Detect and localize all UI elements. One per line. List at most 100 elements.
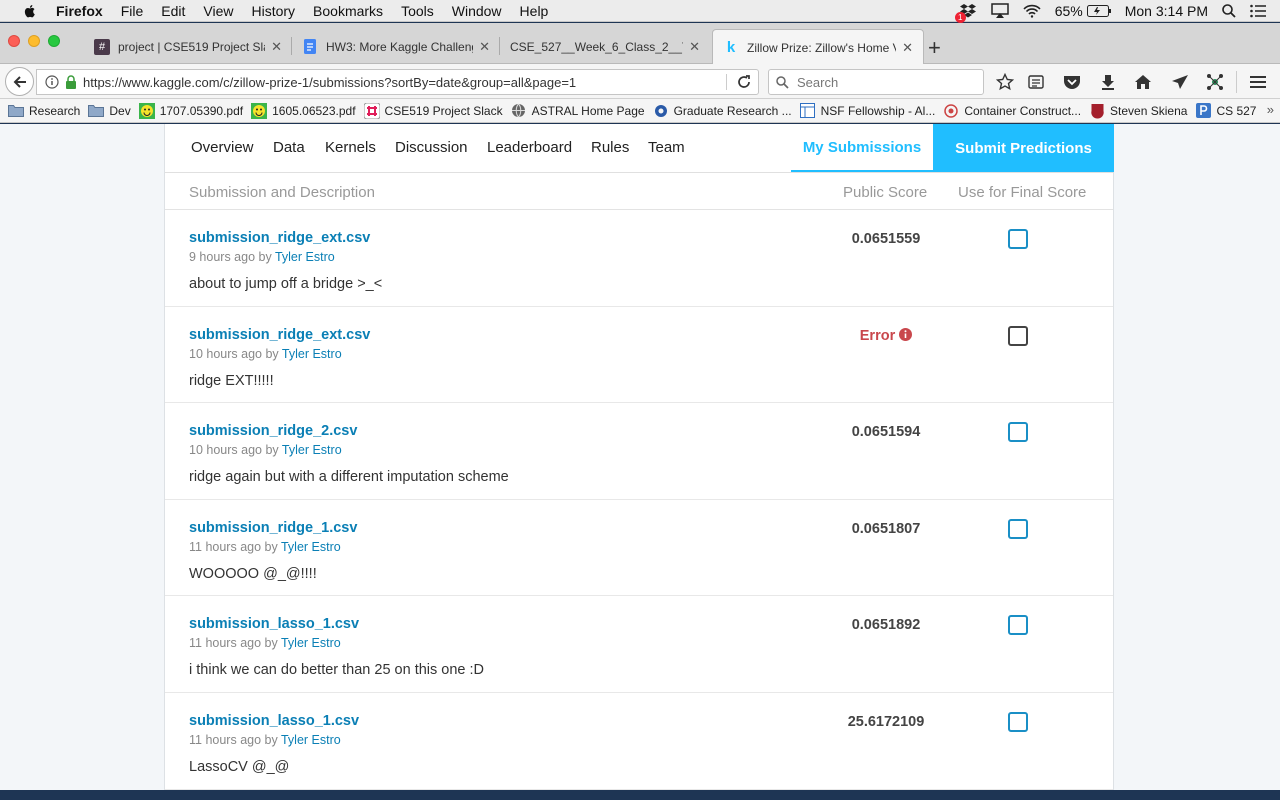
author-link[interactable]: Tyler Estro bbox=[281, 733, 341, 747]
back-button[interactable] bbox=[5, 67, 34, 96]
bookmark-pdf-1707[interactable]: 1707.05390.pdf bbox=[138, 102, 243, 119]
submission-file-link[interactable]: submission_ridge_1.csv bbox=[189, 520, 357, 536]
use-for-final-checkbox[interactable] bbox=[1008, 615, 1028, 636]
bookmark-astral[interactable]: ASTRAL Home Page bbox=[511, 103, 645, 119]
author-link[interactable]: Tyler Estro bbox=[275, 250, 335, 264]
bookmark-dev[interactable]: Dev bbox=[88, 103, 131, 119]
col-header-description: Submission and Description bbox=[189, 184, 375, 201]
bookmark-graduate-research[interactable]: Graduate Research ... bbox=[653, 103, 792, 119]
nav-data[interactable]: Data bbox=[273, 139, 305, 156]
download-icon[interactable] bbox=[1098, 72, 1118, 92]
info-icon[interactable] bbox=[45, 75, 59, 89]
public-score: 0.0651559 bbox=[851, 231, 921, 247]
menu-help[interactable]: Help bbox=[520, 3, 549, 19]
reading-list-icon[interactable] bbox=[1026, 72, 1046, 92]
submission-file-link[interactable]: submission_ridge_ext.csv bbox=[189, 230, 370, 246]
menu-file[interactable]: File bbox=[121, 3, 144, 19]
close-tab-icon[interactable]: ✕ bbox=[689, 39, 700, 55]
reload-icon[interactable] bbox=[737, 75, 751, 89]
author-link[interactable]: Tyler Estro bbox=[281, 636, 341, 650]
use-for-final-checkbox[interactable] bbox=[1008, 422, 1028, 443]
folder-icon bbox=[8, 103, 24, 119]
menu-tools[interactable]: Tools bbox=[401, 3, 434, 19]
use-for-final-checkbox[interactable] bbox=[1008, 229, 1028, 249]
author-link[interactable]: Tyler Estro bbox=[281, 540, 341, 554]
submissions-panel: Overview Data Kernels Discussion Leaderb… bbox=[164, 124, 1114, 790]
public-score: 0.0651892 bbox=[851, 617, 921, 634]
menubar-clock[interactable]: Mon 3:14 PM bbox=[1125, 3, 1208, 19]
airplay-icon[interactable] bbox=[990, 3, 1009, 19]
close-window-button[interactable] bbox=[8, 35, 20, 47]
use-for-final-checkbox[interactable] bbox=[1008, 325, 1028, 346]
notification-center-icon[interactable] bbox=[1250, 4, 1266, 18]
nav-rules[interactable]: Rules bbox=[591, 139, 629, 156]
menu-history[interactable]: History bbox=[251, 3, 295, 19]
url-text[interactable]: https://www.kaggle.com/c/zillow-prize-1/… bbox=[83, 75, 723, 90]
tab-cse527[interactable]: CSE_527__Week_6_Class_2__Trac ✕ bbox=[500, 29, 710, 64]
nav-team[interactable]: Team bbox=[648, 139, 685, 156]
nav-discussion[interactable]: Discussion bbox=[395, 139, 468, 156]
lock-icon[interactable] bbox=[65, 75, 77, 89]
slack-icon bbox=[363, 102, 380, 119]
bookmark-research[interactable]: Research bbox=[8, 103, 80, 119]
new-tab-button[interactable]: + bbox=[928, 37, 941, 59]
bookmark-steven-skiena[interactable]: Steven Skiena bbox=[1089, 103, 1187, 119]
home-icon[interactable] bbox=[1133, 72, 1153, 92]
my-submissions-tab[interactable]: My Submissions bbox=[791, 124, 933, 172]
bookmark-container-construct[interactable]: Container Construct... bbox=[943, 103, 1081, 119]
menu-edit[interactable]: Edit bbox=[161, 3, 185, 19]
tab-slack[interactable]: # project | CSE519 Project Slac ✕ bbox=[84, 29, 292, 64]
notification-badge: 1 bbox=[954, 12, 966, 23]
search-input[interactable]: Search bbox=[768, 69, 984, 95]
nav-overview[interactable]: Overview bbox=[191, 139, 254, 156]
close-tab-icon[interactable]: ✕ bbox=[271, 39, 282, 55]
url-bar[interactable]: https://www.kaggle.com/c/zillow-prize-1/… bbox=[36, 69, 759, 95]
send-tab-icon[interactable] bbox=[1170, 72, 1190, 92]
submission-time: 10 hours ago by bbox=[189, 346, 279, 361]
bookmark-cse519-slack[interactable]: CSE519 Project Slack bbox=[363, 102, 503, 119]
macos-menu-bar: Firefox File Edit View History Bookmarks… bbox=[0, 0, 1280, 23]
bookmark-cs527[interactable]: CS 527 bbox=[1195, 103, 1256, 119]
bookmark-pdf-1605[interactable]: 1605.06523.pdf bbox=[251, 102, 356, 119]
close-tab-icon[interactable]: ✕ bbox=[902, 40, 913, 56]
spotlight-search-icon[interactable] bbox=[1222, 4, 1236, 18]
competition-nav: Overview Data Kernels Discussion Leaderb… bbox=[165, 124, 1114, 173]
submit-predictions-button[interactable]: Submit Predictions bbox=[933, 124, 1114, 172]
bookmarks-overflow-icon[interactable]: » bbox=[1267, 102, 1274, 117]
extension-icon[interactable] bbox=[1205, 72, 1225, 92]
battery-icon[interactable] bbox=[1086, 5, 1111, 17]
tab-hw3[interactable]: HW3: More Kaggle Challenge ✕ bbox=[292, 29, 500, 64]
maximize-window-button[interactable] bbox=[48, 35, 60, 47]
use-for-final-checkbox[interactable] bbox=[1008, 711, 1028, 732]
close-tab-icon[interactable]: ✕ bbox=[479, 39, 490, 55]
submission-file-link[interactable]: submission_lasso_1.csv bbox=[189, 713, 359, 729]
battery-percent: 65% bbox=[1054, 3, 1083, 19]
hamburger-menu-icon[interactable] bbox=[1248, 72, 1268, 92]
nav-leaderboard[interactable]: Leaderboard bbox=[487, 139, 572, 156]
wifi-icon[interactable] bbox=[1023, 4, 1041, 18]
menu-bookmarks[interactable]: Bookmarks bbox=[313, 3, 383, 19]
menu-window[interactable]: Window bbox=[452, 3, 502, 19]
page-icon bbox=[800, 103, 816, 119]
bookmark-star-icon[interactable] bbox=[995, 72, 1015, 92]
pocket-icon[interactable] bbox=[1062, 72, 1082, 92]
apple-logo-icon[interactable] bbox=[22, 3, 38, 19]
menu-firefox[interactable]: Firefox bbox=[56, 3, 103, 19]
submission-file-link[interactable]: submission_lasso_1.csv bbox=[189, 616, 359, 632]
error-info-icon[interactable] bbox=[899, 327, 913, 341]
dropbox-icon[interactable]: 1 bbox=[954, 3, 977, 23]
tab-zillow-prize[interactable]: k Zillow Prize: Zillow's Home Va ✕ bbox=[712, 29, 924, 65]
author-link[interactable]: Tyler Estro bbox=[282, 347, 342, 361]
nav-kernels[interactable]: Kernels bbox=[325, 139, 376, 156]
submission-file-link[interactable]: submission_ridge_2.csv bbox=[189, 423, 357, 439]
tab-label: project | CSE519 Project Slac bbox=[118, 39, 266, 54]
minimize-window-button[interactable] bbox=[28, 35, 40, 47]
submission-file-link[interactable]: submission_ridge_ext.csv bbox=[189, 327, 370, 343]
table-row: submission_lasso_1.csv 11 hours ago by T… bbox=[165, 596, 1113, 693]
menu-view[interactable]: View bbox=[203, 3, 233, 19]
bookmark-nsf-fellowship[interactable]: NSF Fellowship - Al... bbox=[800, 103, 935, 119]
author-link[interactable]: Tyler Estro bbox=[282, 443, 342, 457]
use-for-final-checkbox[interactable] bbox=[1008, 518, 1028, 539]
browser-toolbar: https://www.kaggle.com/c/zillow-prize-1/… bbox=[0, 64, 1280, 99]
col-header-public-score[interactable]: Public Score bbox=[843, 184, 927, 201]
